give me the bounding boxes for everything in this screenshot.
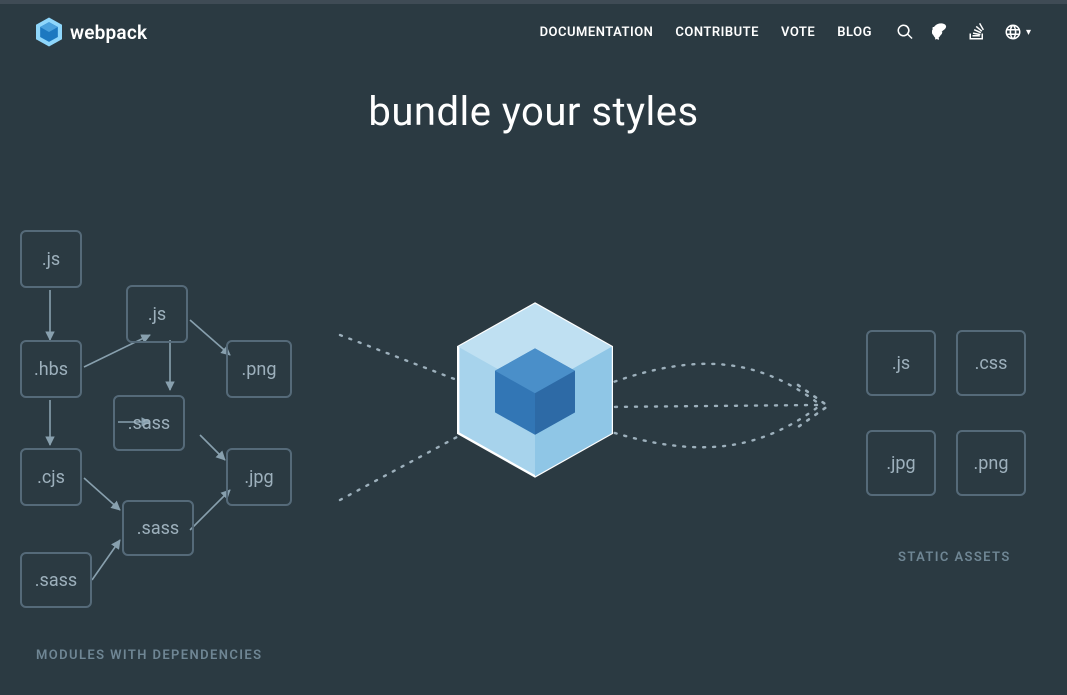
- diagram-stage: .js .js .hbs .png .sass .cjs .jpg .sass …: [0, 200, 1067, 670]
- nav-contribute[interactable]: CONTRIBUTE: [675, 25, 759, 40]
- nav-links: DOCUMENTATION CONTRIBUTE VOTE BLOG: [540, 25, 872, 40]
- webpack-cube-icon: [455, 300, 615, 480]
- module-node-sass: .sass: [20, 552, 92, 608]
- hero-title: bundle your styles: [0, 88, 1067, 135]
- module-node-jpg: .jpg: [226, 448, 292, 506]
- nav-documentation[interactable]: DOCUMENTATION: [540, 25, 654, 40]
- module-node-sass: .sass: [113, 395, 185, 451]
- module-node-cjs: .cjs: [20, 448, 82, 506]
- brand-name: webpack: [70, 21, 147, 44]
- module-node-js: .js: [126, 285, 188, 343]
- asset-node-css: .css: [956, 330, 1026, 396]
- stackoverflow-icon[interactable]: [968, 23, 986, 41]
- nav-icons: ▾: [896, 23, 1031, 41]
- asset-node-jpg: .jpg: [866, 430, 936, 496]
- nav-vote[interactable]: VOTE: [781, 25, 815, 40]
- module-node-sass: .sass: [122, 500, 194, 556]
- asset-node-js: .js: [866, 330, 936, 396]
- search-icon[interactable]: [896, 23, 914, 41]
- right-caption: STATIC ASSETS: [898, 550, 1011, 565]
- brand-cube-icon: [36, 17, 62, 47]
- asset-node-png: .png: [956, 430, 1026, 496]
- chevron-down-icon: ▾: [1026, 27, 1031, 38]
- nav-blog[interactable]: BLOG: [837, 25, 872, 40]
- module-node-js: .js: [20, 230, 82, 288]
- left-caption: MODULES WITH DEPENDENCIES: [36, 648, 262, 663]
- language-icon[interactable]: ▾: [1004, 23, 1031, 41]
- module-node-hbs: .hbs: [20, 340, 82, 398]
- module-node-png: .png: [226, 340, 292, 398]
- brand[interactable]: webpack: [36, 17, 147, 47]
- navbar: webpack DOCUMENTATION CONTRIBUTE VOTE BL…: [0, 4, 1067, 60]
- github-icon[interactable]: [932, 23, 950, 41]
